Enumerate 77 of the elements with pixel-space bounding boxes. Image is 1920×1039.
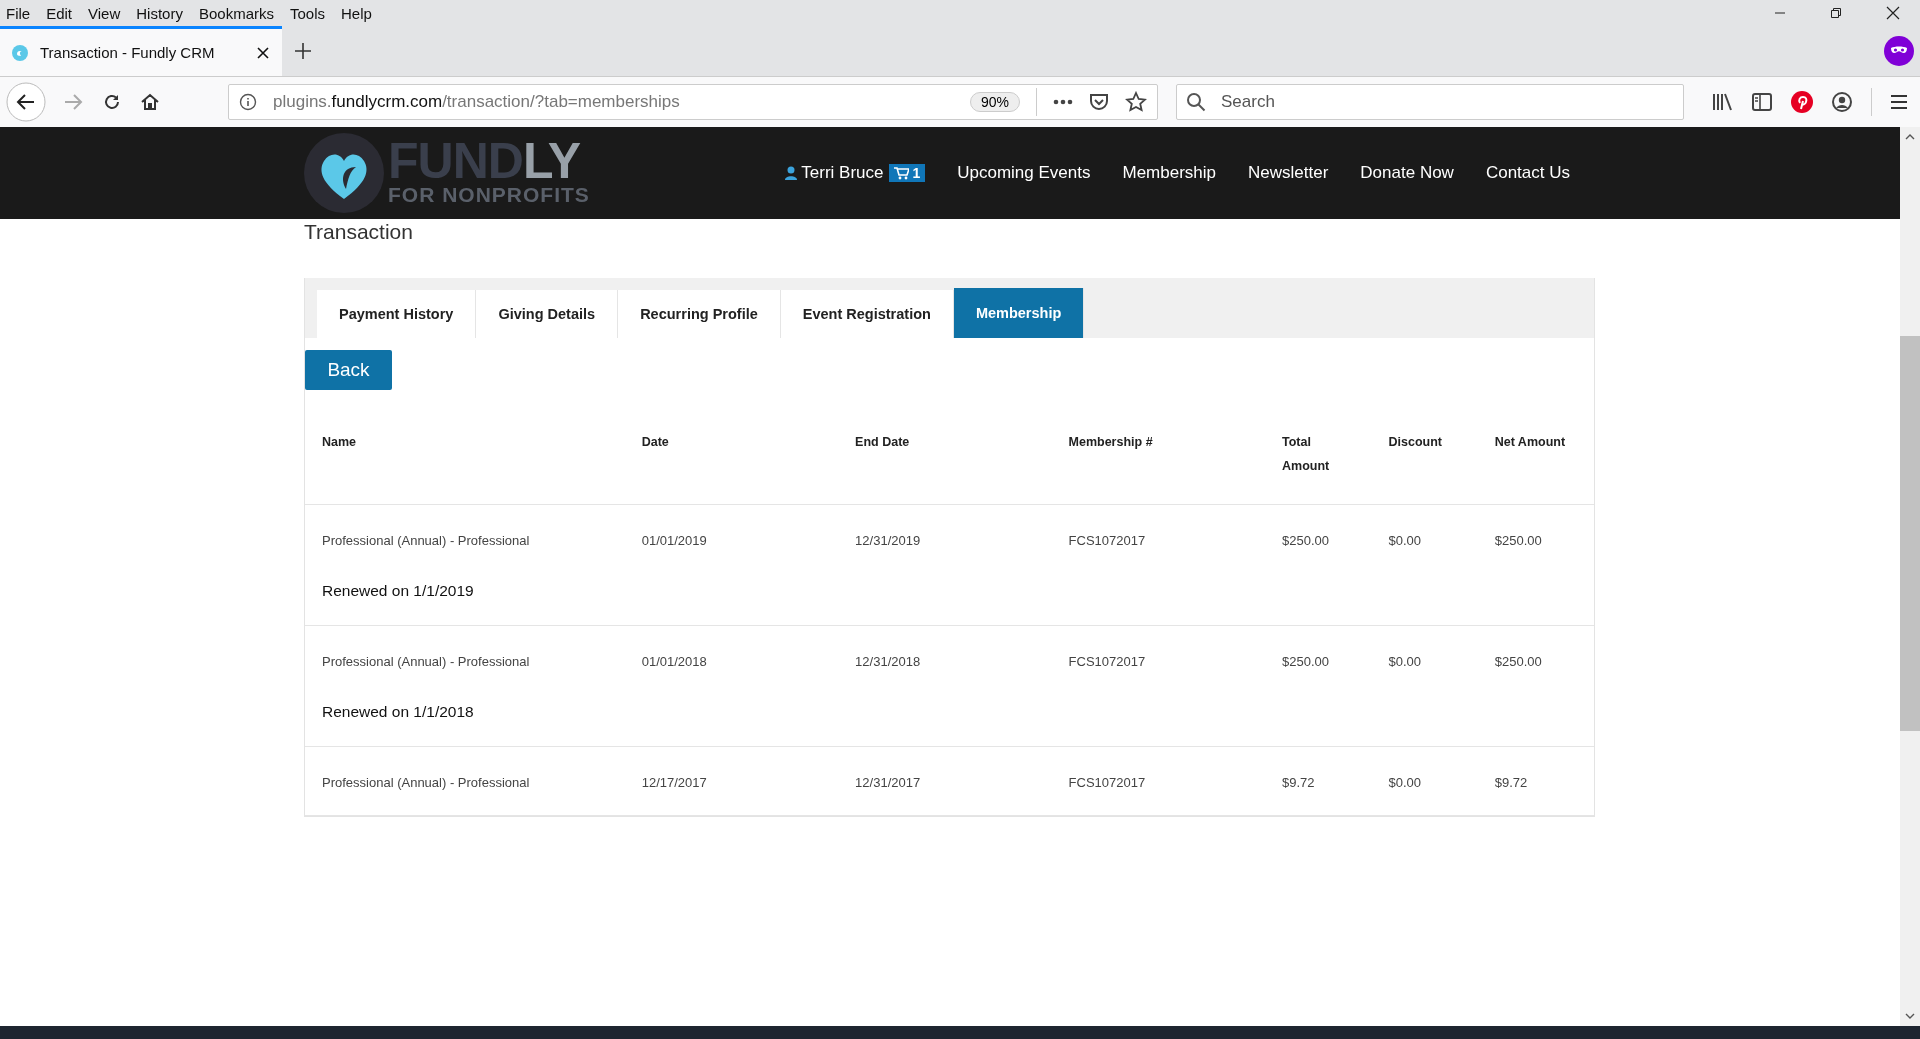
pinterest-icon[interactable] (1791, 91, 1813, 113)
scroll-down-icon[interactable] (1905, 1012, 1915, 1020)
back-button[interactable]: Back (305, 350, 392, 390)
table-cell-text: $250.00 (1282, 533, 1330, 548)
user-link[interactable]: Terri Bruce (785, 163, 884, 183)
table-cell-text: $0.00 (1388, 533, 1423, 548)
home-icon[interactable] (140, 92, 160, 112)
sidebar-icon[interactable] (1751, 92, 1773, 112)
reload-icon[interactable] (102, 92, 122, 112)
search-icon (1186, 92, 1206, 112)
menu-item[interactable]: View (88, 4, 121, 22)
menu-item[interactable]: Edit (46, 4, 73, 22)
pocket-icon[interactable] (1089, 92, 1109, 112)
table-cell-text: Professional (Annual) - Professional (322, 533, 531, 548)
table-cell-text: FCS1072017 (1068, 654, 1147, 669)
close-icon[interactable] (256, 45, 270, 60)
table-cell-text: 12/31/2017 (855, 775, 922, 790)
address-bar[interactable]: plugins.fundlycrm.com/transaction/?tab=memberships 90% (228, 84, 1158, 120)
table-cell-text: Professional (Annual) - Professional (322, 775, 531, 790)
nav-link[interactable]: Donate Now (1360, 163, 1454, 183)
tab[interactable]: Event Registration (780, 290, 954, 338)
nav-link[interactable]: Contact Us (1485, 163, 1570, 183)
menu-item[interactable]: History (136, 4, 183, 22)
new-tab-icon[interactable] (294, 42, 312, 60)
page-title: Transaction (304, 219, 414, 245)
more-icon[interactable] (1053, 99, 1073, 105)
person-icon (785, 166, 798, 180)
nav-link[interactable]: Membership (1122, 163, 1217, 183)
table-cell-text: 01/01/2018 (641, 654, 708, 669)
menu-item[interactable]: Help (341, 4, 372, 22)
column-header: Membership # (1068, 434, 1154, 451)
table-cell-text: $9.72 (1282, 775, 1316, 790)
column-header: End Date (855, 434, 911, 451)
table-cell-text: Professional (Annual) - Professional (322, 654, 531, 669)
cart-icon (894, 166, 910, 180)
nav-link[interactable]: Newsletter (1248, 163, 1329, 183)
tab[interactable]: Recurring Profile (618, 290, 781, 338)
table-cell-text: $250.00 (1494, 533, 1543, 548)
tab[interactable]: Giving Details (476, 290, 619, 338)
table-cell-text: 12/17/2017 (641, 775, 708, 790)
column-header: Total Amount (1282, 434, 1331, 475)
table-cell-text: $9.72 (1494, 775, 1529, 790)
renewal-note: Renewed on 1/1/2019 (322, 582, 475, 600)
column-header: Net Amount (1494, 434, 1567, 451)
menu-item[interactable]: File (6, 4, 31, 22)
table-cell-text: 12/31/2018 (855, 654, 922, 669)
table-cell-text: $250.00 (1494, 654, 1543, 669)
restore-icon[interactable] (1830, 7, 1842, 19)
menu-icon[interactable] (1890, 94, 1908, 110)
table-cell-text: FCS1072017 (1068, 533, 1147, 548)
table-cell-text: 01/01/2019 (641, 533, 708, 548)
nav-link[interactable]: Upcoming Events (957, 163, 1091, 183)
info-icon (239, 93, 257, 111)
browser-tab[interactable]: Transaction - Fundly CRM (0, 26, 282, 76)
column-header: Date (641, 434, 670, 451)
table-cell-text: FCS1072017 (1068, 775, 1147, 790)
table-cell-text: $0.00 (1388, 775, 1423, 790)
table-cell-text: 12/31/2019 (855, 533, 922, 548)
search-field[interactable]: Search (1176, 84, 1684, 120)
close-icon[interactable] (1886, 6, 1900, 20)
zoom-badge[interactable]: 90% (969, 92, 1020, 112)
star-icon[interactable] (1125, 91, 1147, 113)
scroll-up-icon[interactable] (1905, 133, 1915, 141)
tab[interactable]: Payment History (317, 290, 477, 338)
library-icon[interactable] (1711, 92, 1733, 112)
renewal-note: Renewed on 1/1/2018 (322, 703, 475, 721)
mask-icon[interactable] (1884, 36, 1914, 66)
column-header: Name (322, 434, 358, 451)
column-header: Discount (1388, 434, 1443, 451)
account-icon[interactable] (1831, 91, 1853, 113)
menu-item[interactable]: Tools (290, 4, 325, 22)
table-cell-text: $0.00 (1388, 654, 1423, 669)
scrollbar[interactable] (1900, 127, 1920, 1026)
table-cell-text: $250.00 (1282, 654, 1330, 669)
menu-item[interactable]: Bookmarks (198, 4, 274, 22)
tab[interactable]: Membership (953, 288, 1085, 338)
cart-badge[interactable]: 1 (889, 164, 926, 182)
